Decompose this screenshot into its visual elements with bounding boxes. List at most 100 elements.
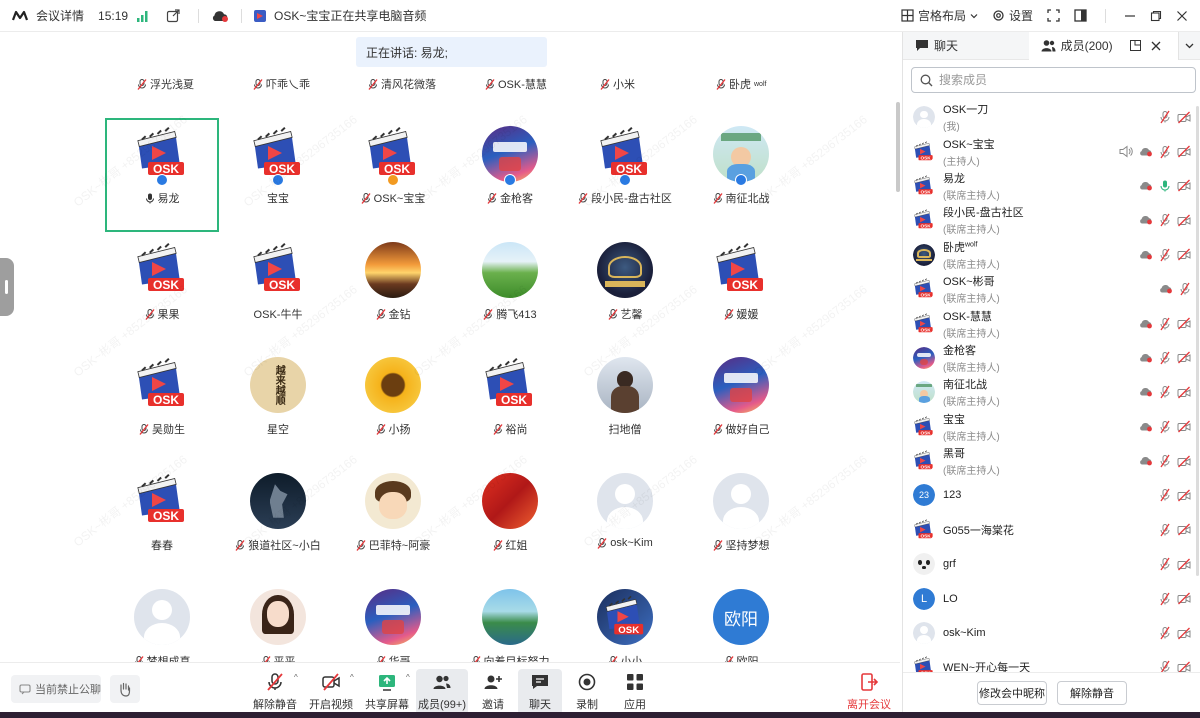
share-screen-button[interactable]: 共享屏幕: [365, 669, 409, 715]
members-button[interactable]: 成员(99+): [416, 669, 468, 715]
member-search-input[interactable]: [939, 73, 1179, 87]
participant-tile[interactable]: 狼道社区~小白: [221, 465, 335, 579]
top-row-participant[interactable]: 清风花微落: [368, 76, 436, 92]
member-row[interactable]: L LO: [903, 581, 1200, 615]
participant-tile[interactable]: 平平: [221, 581, 335, 662]
participant-tile[interactable]: 向着目标努力: [453, 581, 567, 662]
record-button[interactable]: 录制: [570, 669, 604, 715]
participant-tile[interactable]: 扫地僧: [568, 349, 682, 463]
camera-off-icon[interactable]: [1177, 386, 1191, 399]
unmute-self-button[interactable]: 解除静音: [1057, 681, 1127, 705]
raise-hand-button[interactable]: [110, 675, 140, 703]
participant-tile[interactable]: OSK 宝宝: [221, 118, 335, 232]
sidebar-toggle-icon[interactable]: [1074, 9, 1087, 22]
participant-tile[interactable]: 南征北战: [684, 118, 798, 232]
member-row[interactable]: OSK OSK~宝宝 (主持人): [903, 134, 1200, 168]
participant-tile[interactable]: 梦想成真: [105, 581, 219, 662]
chevron-up-icon[interactable]: ^: [406, 673, 410, 682]
top-row-participant[interactable]: 吓乖乀乖: [253, 76, 310, 92]
chevron-up-icon[interactable]: ^: [294, 673, 298, 682]
public-chat-status[interactable]: 当前禁止公聊: [11, 675, 101, 703]
member-row[interactable]: OSK G055一海棠花: [903, 513, 1200, 547]
participant-tile[interactable]: OSK 段小民-盘古社区: [568, 118, 682, 232]
mic-muted-icon[interactable]: [1159, 557, 1171, 571]
apps-button[interactable]: 应用: [618, 669, 652, 715]
restore-icon[interactable]: [1150, 10, 1162, 22]
participant-tile[interactable]: 小扬: [336, 349, 450, 463]
member-row[interactable]: OSK OSK-慧慧 (联席主持人): [903, 306, 1200, 340]
participant-tile[interactable]: 坚持梦想: [684, 465, 798, 579]
participant-tile[interactable]: OSK 果果: [105, 234, 219, 348]
camera-off-icon[interactable]: [1177, 180, 1191, 192]
participant-tile[interactable]: OSK OSK~宝宝: [336, 118, 450, 232]
mic-muted-icon[interactable]: [1159, 213, 1171, 227]
member-row[interactable]: OSK 段小民-盘古社区 (联席主持人): [903, 203, 1200, 237]
close-window-icon[interactable]: [1176, 10, 1188, 22]
participant-tile[interactable]: 巴菲特~阿豪: [336, 465, 450, 579]
fullscreen-icon[interactable]: [1047, 9, 1060, 22]
camera-off-icon[interactable]: [1177, 523, 1191, 536]
participant-tile[interactable]: 金钻: [336, 234, 450, 348]
camera-off-icon[interactable]: [1177, 627, 1191, 640]
member-row[interactable]: OSK 宝宝 (联席主持人): [903, 410, 1200, 444]
participant-tile[interactable]: OSK 易龙: [105, 118, 219, 232]
participant-tile[interactable]: OSK 小小: [568, 581, 682, 662]
settings-button[interactable]: 设置: [992, 7, 1033, 24]
mic-muted-icon[interactable]: [1159, 317, 1171, 330]
mic-muted-icon[interactable]: [1159, 351, 1171, 365]
participant-tile[interactable]: OSK 媛媛: [684, 234, 798, 348]
grid-scrollbar[interactable]: [896, 102, 900, 192]
tab-chat[interactable]: 聊天: [903, 32, 1029, 60]
unmute-button[interactable]: 解除静音: [253, 669, 297, 715]
camera-off-icon[interactable]: [1177, 661, 1191, 672]
close-icon[interactable]: [1151, 41, 1161, 51]
participant-tile[interactable]: 红姐: [453, 465, 567, 579]
mic-muted-icon[interactable]: [1159, 420, 1171, 434]
chevron-up-icon[interactable]: ^: [350, 673, 354, 682]
member-row[interactable]: 卧虎wolf (联席主持人): [903, 238, 1200, 272]
participant-tile[interactable]: 华哥: [336, 581, 450, 662]
top-row-participant[interactable]: OSK-慧慧: [485, 76, 547, 92]
camera-off-icon[interactable]: [1177, 558, 1191, 571]
mic-muted-icon[interactable]: [1159, 110, 1171, 124]
mic-active-icon[interactable]: [1159, 179, 1171, 192]
participant-tile[interactable]: OSK 裕尚: [453, 349, 567, 463]
participant-tile[interactable]: OSK 吴勋生: [105, 349, 219, 463]
member-search[interactable]: [911, 67, 1196, 93]
mic-muted-icon[interactable]: [1159, 592, 1171, 606]
participant-tile[interactable]: 金枪客: [453, 118, 567, 232]
top-row-participant[interactable]: 卧虎 wolf: [716, 76, 766, 92]
member-row[interactable]: 金枪客 (联席主持人): [903, 341, 1200, 375]
mic-muted-icon[interactable]: [1159, 626, 1171, 640]
leave-meeting-button[interactable]: 离开会议: [847, 669, 891, 715]
participant-tile[interactable]: 艺馨: [568, 234, 682, 348]
camera-off-icon[interactable]: [1177, 111, 1191, 124]
participant-tile[interactable]: 越来越顺 星空: [221, 349, 335, 463]
member-row[interactable]: 23 123: [903, 478, 1200, 512]
tab-members[interactable]: 成员(200): [1028, 31, 1179, 60]
mic-muted-icon[interactable]: [1159, 248, 1171, 262]
mic-muted-icon[interactable]: [1159, 145, 1171, 158]
camera-off-icon[interactable]: [1177, 351, 1191, 364]
participant-tile[interactable]: 腾飞413: [453, 234, 567, 348]
mic-muted-icon[interactable]: [1179, 282, 1191, 296]
participant-tile[interactable]: OSK OSK-牛牛: [221, 234, 335, 348]
layout-button[interactable]: 宫格布局: [901, 7, 978, 24]
side-drawer-handle[interactable]: [0, 258, 14, 316]
member-row[interactable]: 南征北战 (联席主持人): [903, 375, 1200, 409]
camera-off-icon[interactable]: [1177, 248, 1191, 261]
invite-button[interactable]: 邀请: [476, 669, 510, 715]
participant-tile[interactable]: osk~Kim: [568, 465, 682, 579]
camera-off-icon[interactable]: [1177, 489, 1191, 502]
popout-icon[interactable]: [1129, 40, 1141, 51]
mic-muted-icon[interactable]: [1159, 385, 1171, 399]
minimize-icon[interactable]: [1124, 10, 1136, 22]
member-row[interactable]: OSK 黑哥 (联席主持人): [903, 444, 1200, 478]
top-row-participant[interactable]: 浮光浅夏: [137, 76, 194, 92]
camera-off-icon[interactable]: [1177, 214, 1191, 227]
mic-muted-icon[interactable]: [1159, 661, 1171, 672]
camera-off-icon[interactable]: [1177, 420, 1191, 433]
participant-tile[interactable]: 做好自己: [684, 349, 798, 463]
mic-muted-icon[interactable]: [1159, 523, 1171, 537]
member-row[interactable]: OSK一刀 (我): [903, 100, 1200, 134]
